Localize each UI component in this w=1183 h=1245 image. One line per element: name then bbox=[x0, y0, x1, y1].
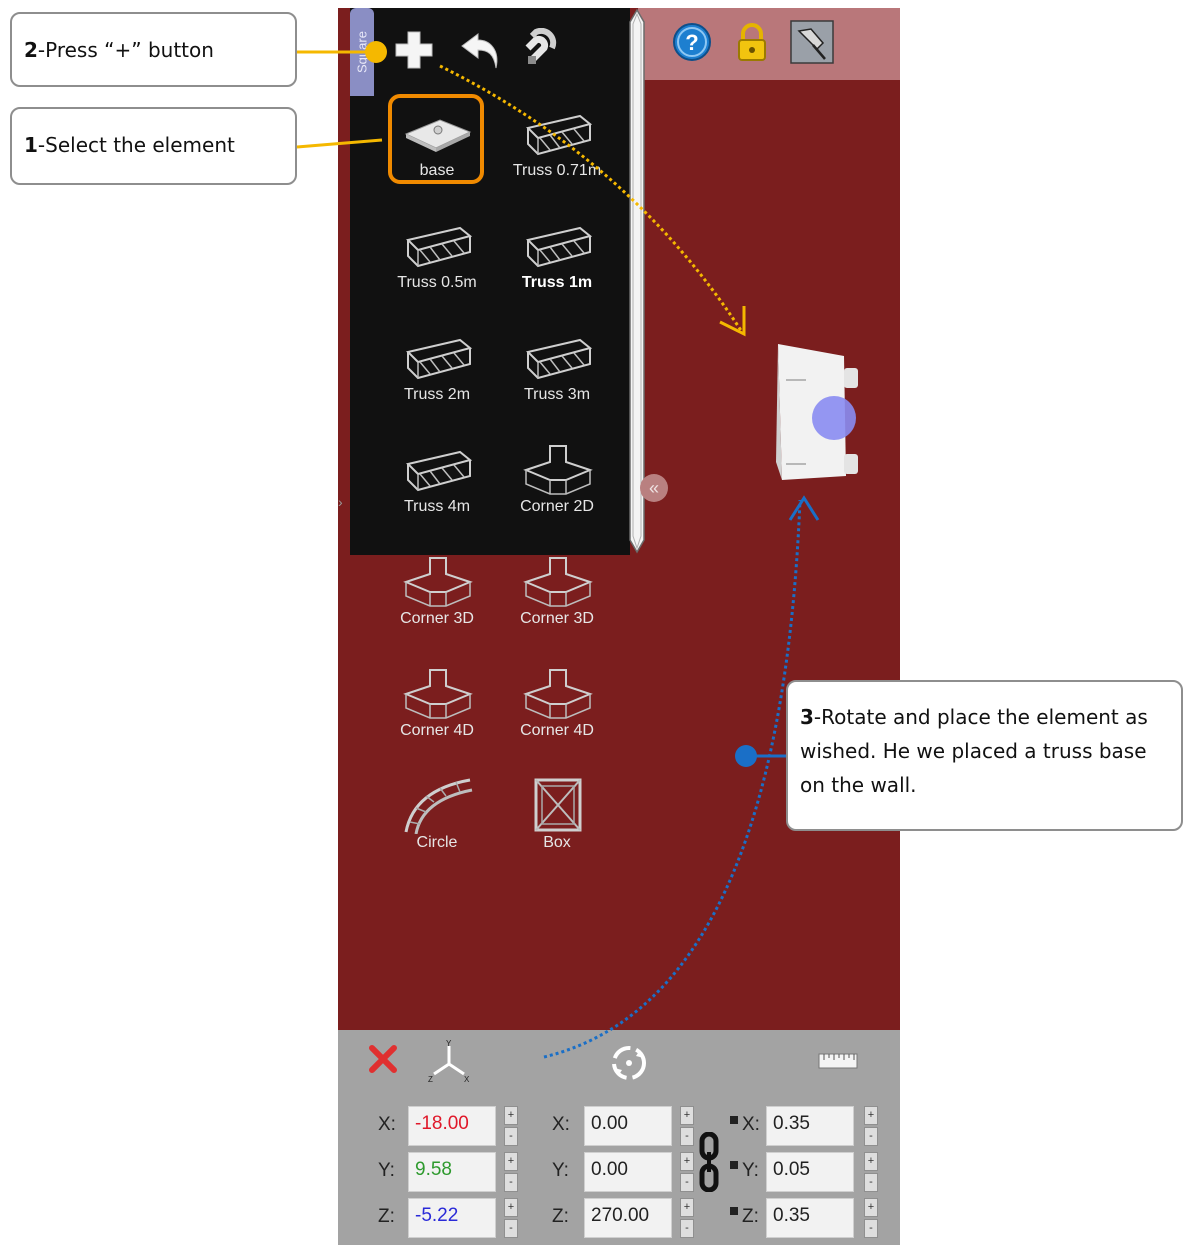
step3-leader-dot bbox=[735, 745, 757, 767]
step1-leader-line bbox=[296, 138, 383, 149]
step3-arrowhead bbox=[788, 495, 820, 521]
step2-leader-dot bbox=[365, 41, 387, 63]
annotation-connectors bbox=[296, 41, 820, 1059]
step3-dotted-arrow bbox=[543, 499, 802, 1059]
step2-dotted-arrow bbox=[439, 64, 744, 333]
